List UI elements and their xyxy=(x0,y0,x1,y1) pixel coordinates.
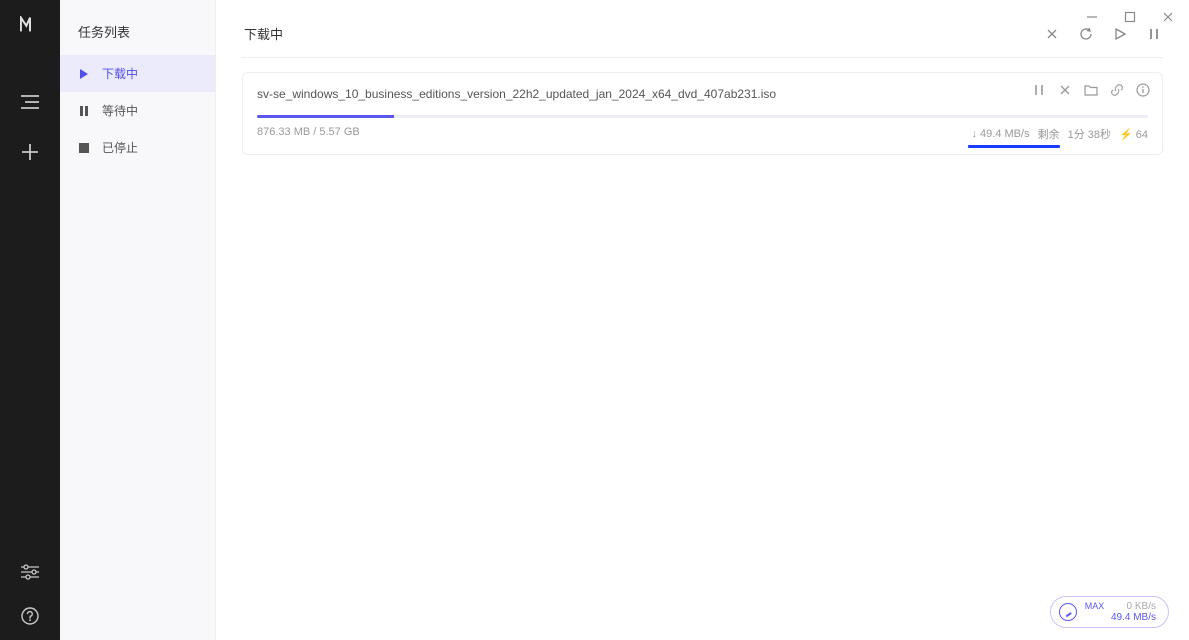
nav-rail xyxy=(0,0,60,640)
task-actions xyxy=(1032,83,1150,97)
app-logo-icon[interactable] xyxy=(20,14,40,34)
status-upload: 0 KB/s xyxy=(1127,601,1156,612)
pause-all-icon[interactable] xyxy=(1147,27,1161,41)
window-controls xyxy=(1085,10,1175,24)
window-minimize-icon[interactable] xyxy=(1085,10,1099,24)
task-stats: 876.33 MB / 5.57 GB ↓ 49.4 MB/s 剩余 1分 38… xyxy=(257,126,1148,142)
stop-icon xyxy=(78,142,90,154)
settings-sliders-icon[interactable] xyxy=(20,562,40,582)
header-actions xyxy=(1045,27,1161,41)
sidebar-item-label: 已停止 xyxy=(102,139,138,156)
header-close-icon[interactable] xyxy=(1045,27,1059,41)
refresh-icon[interactable] xyxy=(1079,27,1093,41)
window-maximize-icon[interactable] xyxy=(1123,10,1137,24)
sidebar-item-label: 下载中 xyxy=(102,65,138,82)
task-peers: ⚡ 64 xyxy=(1119,128,1148,141)
sidebar-item-downloading[interactable]: 下载中 xyxy=(60,55,215,92)
speedometer-icon xyxy=(1059,603,1077,621)
add-icon[interactable] xyxy=(20,142,40,162)
task-delete-icon[interactable] xyxy=(1058,83,1072,97)
task-progress-text: 876.33 MB / 5.57 GB xyxy=(257,126,360,142)
task-remaining-label: 剩余 xyxy=(1038,126,1060,142)
pause-icon xyxy=(78,105,90,117)
task-filename: sv-se_windows_10_business_editions_versi… xyxy=(257,87,1148,101)
menu-icon[interactable] xyxy=(20,92,40,112)
task-folder-icon[interactable] xyxy=(1084,83,1098,97)
page-title: 下载中 xyxy=(244,24,283,43)
sidebar-item-stopped[interactable]: 已停止 xyxy=(60,129,215,166)
window-close-icon[interactable] xyxy=(1161,10,1175,24)
progress-bar xyxy=(257,115,394,118)
status-max-label: MAX xyxy=(1085,601,1105,611)
status-download: 49.4 MB/s xyxy=(1111,612,1156,623)
status-bubble[interactable]: MAX 0 KB/s 49.4 MB/s xyxy=(1050,596,1169,628)
sidebar-item-label: 等待中 xyxy=(102,102,138,119)
resume-all-icon[interactable] xyxy=(1113,27,1127,41)
content-header: 下载中 xyxy=(242,0,1163,58)
play-icon xyxy=(78,68,90,80)
task-speed: ↓ 49.4 MB/s xyxy=(972,128,1030,140)
progress-track xyxy=(257,115,1148,118)
task-info-icon[interactable] xyxy=(1136,83,1150,97)
task-card[interactable]: sv-se_windows_10_business_editions_versi… xyxy=(242,72,1163,155)
task-remaining-value: 1分 38秒 xyxy=(1068,126,1111,142)
sidebar-item-waiting[interactable]: 等待中 xyxy=(60,92,215,129)
sidebar: 任务列表 下载中 等待中 已停止 xyxy=(60,0,216,640)
task-link-icon[interactable] xyxy=(1110,83,1124,97)
help-icon[interactable] xyxy=(20,606,40,626)
task-pause-icon[interactable] xyxy=(1032,83,1046,97)
highlight-underline xyxy=(968,145,1061,148)
main: 下载中 sv-se_windows_10_business_editions_v… xyxy=(216,0,1189,640)
sidebar-title: 任务列表 xyxy=(60,0,215,55)
